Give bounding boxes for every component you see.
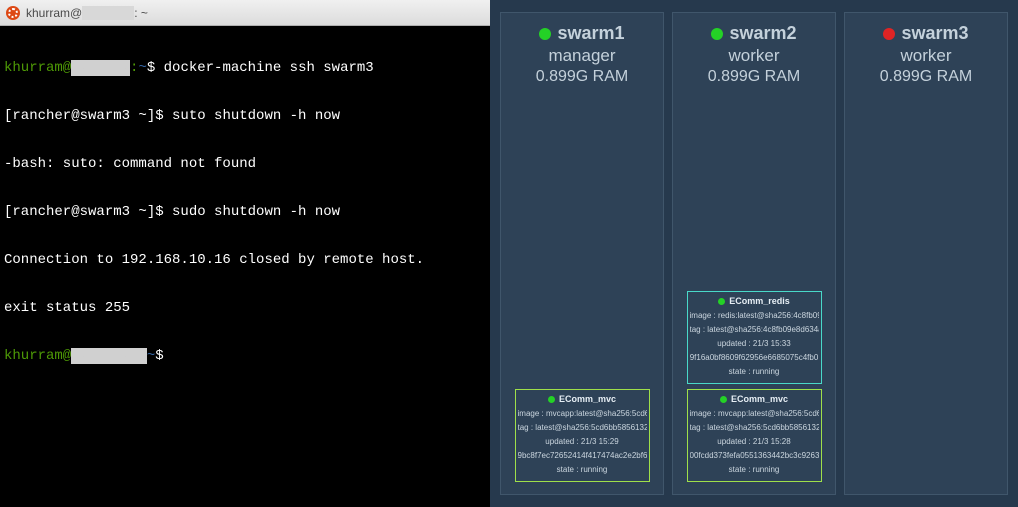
task-hash: 9bc8f7ec72652414f417474ac2e2bf6 [518, 449, 647, 463]
node-header: swarm3 worker 0.899G RAM [880, 23, 972, 86]
prompt-dollar: $ [155, 348, 163, 364]
node-header: swarm1 manager 0.899G RAM [536, 23, 628, 86]
term-cmd: suto shutdown -h now [172, 108, 340, 124]
task-updated: updated : 21/3 15:29 [518, 435, 647, 449]
task-status-dot-icon [548, 396, 555, 403]
term-cmd: $ docker-machine ssh swarm3 [147, 60, 374, 76]
task-hash: 9f16a0bf8609f62956e6685075c4fb0 [690, 351, 819, 365]
term-line-5: Connection to 192.168.10.16 closed by re… [4, 252, 486, 268]
node-role: manager [536, 46, 628, 66]
task-ecomm-mvc: EComm_mvc image : mvcapp:latest@sha256:5… [515, 389, 650, 482]
rancher-prompt: [rancher@swarm3 ~]$ [4, 108, 172, 124]
node-ram: 0.899G RAM [536, 68, 628, 86]
term-line-4: [rancher@swarm3 ~]$ sudo shutdown -h now [4, 204, 486, 220]
node-name: swarm1 [557, 23, 624, 44]
terminal-body[interactable]: khurram@xxxxxxx:~$ docker-machine ssh sw… [0, 26, 490, 507]
status-dot-icon [539, 28, 551, 40]
titlebar: khurram@ : ~ [0, 0, 490, 26]
redacted-host-title [82, 6, 134, 20]
task-state: state : running [518, 463, 647, 477]
terminal-window: khurram@ : ~ khurram@xxxxxxx:~$ docker-m… [0, 0, 490, 507]
titlebar-prefix: khurram@ [26, 6, 82, 20]
prompt-user: khurram@ [4, 348, 71, 364]
task-tag: tag : latest@sha256:5cd6bb5856132 [690, 421, 819, 435]
task-image: image : redis:latest@sha256:4c8fb09 [690, 309, 819, 323]
task-state: state : running [690, 365, 819, 379]
task-title: EComm_mvc [731, 394, 788, 404]
node-ram: 0.899G RAM [880, 68, 972, 86]
node-card-swarm2: swarm2 worker 0.899G RAM EComm_redis ima… [672, 12, 836, 495]
rancher-prompt: [rancher@swarm3 ~]$ [4, 204, 172, 220]
node-name: swarm2 [729, 23, 796, 44]
titlebar-suffix: : ~ [134, 6, 148, 20]
term-line-6: exit status 255 [4, 300, 486, 316]
task-title: EComm_mvc [559, 394, 616, 404]
task-state: state : running [690, 463, 819, 477]
ubuntu-icon [6, 6, 20, 20]
term-cmd: sudo shutdown -h now [172, 204, 340, 220]
task-ecomm-mvc: EComm_mvc image : mvcapp:latest@sha256:5… [687, 389, 822, 482]
task-status-dot-icon [720, 396, 727, 403]
task-hash: 00fcdd373fefa0551363442bc3c9263 [690, 449, 819, 463]
node-name: swarm3 [901, 23, 968, 44]
prompt-path: ~ [147, 348, 155, 364]
swarm-visualizer: swarm1 manager 0.899G RAM EComm_mvc imag… [490, 0, 1018, 507]
term-line-7: khurram@xxxxxxxxx~$ [4, 348, 486, 364]
task-status-dot-icon [718, 298, 725, 305]
node-role: worker [880, 46, 972, 66]
term-line-3: -bash: suto: command not found [4, 156, 486, 172]
task-title: EComm_redis [729, 296, 790, 306]
node-card-swarm1: swarm1 manager 0.899G RAM EComm_mvc imag… [500, 12, 664, 495]
prompt-user: khurram@ [4, 60, 71, 76]
task-updated: updated : 21/3 15:28 [690, 435, 819, 449]
term-line-1: khurram@xxxxxxx:~$ docker-machine ssh sw… [4, 60, 486, 76]
task-tag: tag : latest@sha256:4c8fb09e8d634a [690, 323, 819, 337]
task-tag: tag : latest@sha256:5cd6bb5856132 [518, 421, 647, 435]
redacted-host-2: xxxxxxxxx [71, 348, 147, 364]
node-card-swarm3: swarm3 worker 0.899G RAM [844, 12, 1008, 495]
status-dot-icon [883, 28, 895, 40]
prompt-path: ~ [138, 60, 146, 76]
term-line-2: [rancher@swarm3 ~]$ suto shutdown -h now [4, 108, 486, 124]
task-image: image : mvcapp:latest@sha256:5cd6 [518, 407, 647, 421]
status-dot-icon [711, 28, 723, 40]
redacted-host-1: xxxxxxx [71, 60, 130, 76]
task-ecomm-redis: EComm_redis image : redis:latest@sha256:… [687, 291, 822, 384]
task-updated: updated : 21/3 15:33 [690, 337, 819, 351]
node-header: swarm2 worker 0.899G RAM [708, 23, 800, 86]
node-role: worker [708, 46, 800, 66]
node-ram: 0.899G RAM [708, 68, 800, 86]
task-image: image : mvcapp:latest@sha256:5cd6 [690, 407, 819, 421]
